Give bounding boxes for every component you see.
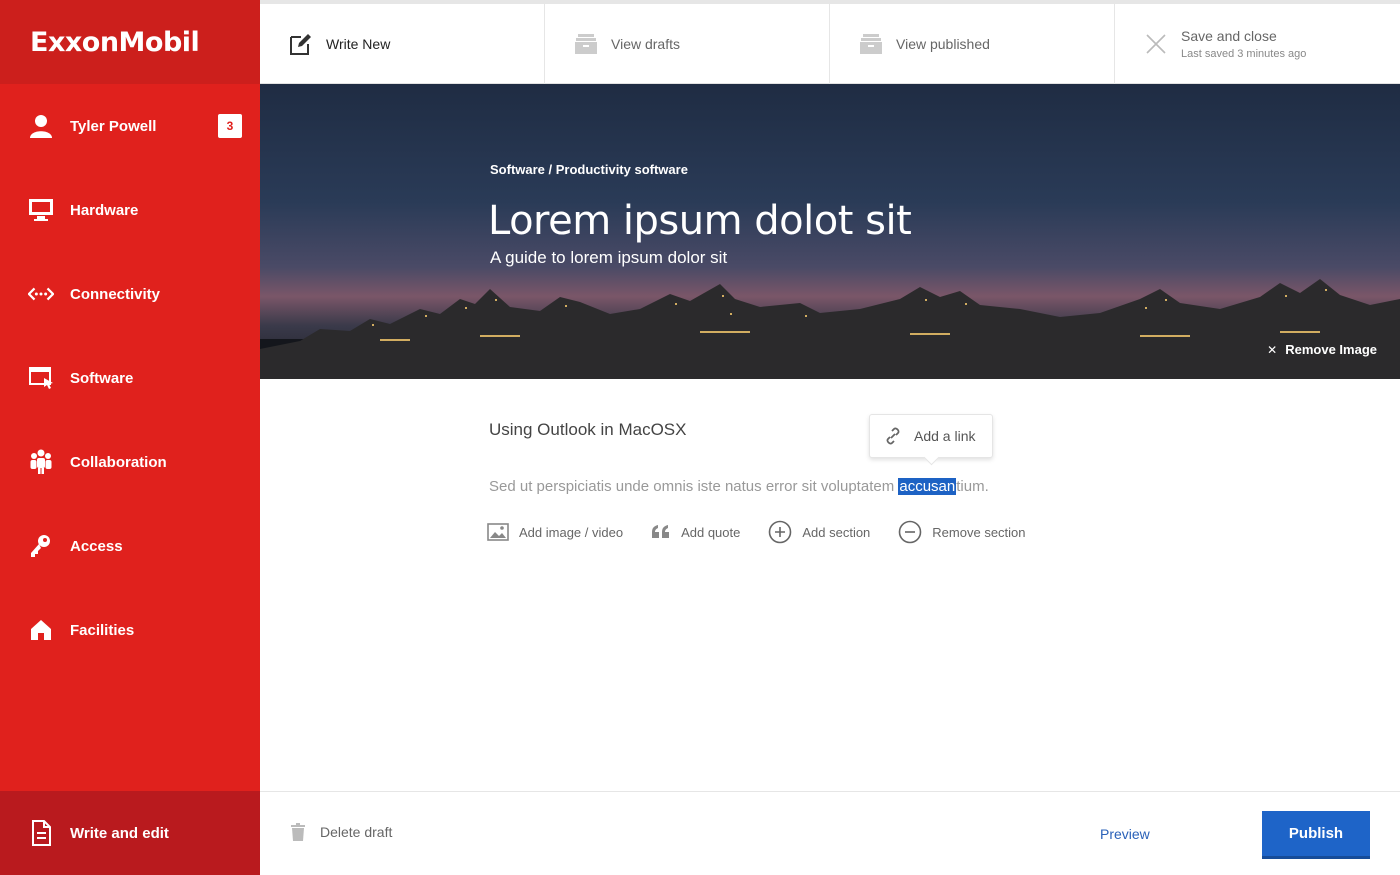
minus-circle-icon <box>898 520 922 544</box>
close-icon: ✕ <box>1267 342 1278 357</box>
sidebar-item-write-edit[interactable]: Write and edit <box>0 791 260 875</box>
top-toolbar: Write New View drafts View published Sav… <box>260 0 1400 84</box>
tab-view-published[interactable]: View published <box>830 4 1115 84</box>
sidebar-item-label: Write and edit <box>70 824 169 842</box>
key-icon <box>28 533 54 559</box>
add-link-popover[interactable]: Add a link <box>869 414 993 458</box>
hero-banner: Software / Productivity software Lorem i… <box>260 84 1400 379</box>
monitor-icon <box>28 197 54 223</box>
close-icon <box>1143 31 1169 57</box>
action-label: Add quote <box>681 524 741 540</box>
editor-footer: Delete draft Preview Publish <box>260 791 1400 875</box>
tab-write-new[interactable]: Write New <box>260 4 545 84</box>
sidebar-item-connectivity[interactable]: Connectivity <box>0 252 260 336</box>
tab-label: View published <box>896 36 990 52</box>
refinery-skyline-image <box>260 279 1400 379</box>
logo-area[interactable]: ExxonMobil <box>0 0 260 84</box>
content-actions: Add image / video Add quote Add section … <box>487 520 1054 544</box>
tab-view-drafts[interactable]: View drafts <box>545 4 830 84</box>
remove-image-button[interactable]: ✕ Remove Image <box>1267 342 1377 357</box>
breadcrumb[interactable]: Software / Productivity software <box>490 162 688 177</box>
notification-badge: 3 <box>218 114 242 138</box>
people-icon <box>28 449 54 475</box>
action-label: Add image / video <box>519 524 624 540</box>
sidebar-item-hardware[interactable]: Hardware <box>0 168 260 252</box>
sidebar-item-label: Access <box>70 537 123 555</box>
action-label: Remove section <box>932 524 1026 540</box>
drafts-tray-icon <box>573 31 599 57</box>
body-text-part: tium. <box>956 478 989 495</box>
add-quote-button[interactable]: Add quote <box>651 524 740 540</box>
add-section-button[interactable]: Add section <box>768 520 870 544</box>
connectivity-icon <box>28 281 54 307</box>
document-icon <box>28 820 54 846</box>
page-title[interactable]: Lorem ipsum dolot sit <box>488 198 912 244</box>
sidebar-item-facilities[interactable]: Facilities <box>0 588 260 672</box>
sidebar-item-collaboration[interactable]: Collaboration <box>0 420 260 504</box>
tab-label: Write New <box>326 36 391 52</box>
add-image-video-button[interactable]: Add image / video <box>487 523 623 541</box>
tab-label: Save and close <box>1181 28 1277 44</box>
sidebar-item-access[interactable]: Access <box>0 504 260 588</box>
software-window-icon <box>28 365 54 391</box>
section-body-text[interactable]: Sed ut perspiciatis unde omnis iste natu… <box>489 478 989 495</box>
sidebar-item-label: Tyler Powell <box>70 117 157 135</box>
sidebar-item-label: Hardware <box>70 201 139 219</box>
tab-save-close[interactable]: Save and close Last saved 3 minutes ago <box>1115 4 1400 84</box>
sidebar: ExxonMobil Tyler Powell 3 Hardware Conne… <box>0 0 260 875</box>
delete-draft-label: Delete draft <box>320 824 393 840</box>
tab-label: View drafts <box>611 36 680 52</box>
section-title[interactable]: Using Outlook in MacOSX <box>489 420 1109 440</box>
page-subtitle[interactable]: A guide to lorem ipsum dolor sit <box>490 248 727 268</box>
delete-draft-button[interactable]: Delete draft <box>290 822 392 842</box>
trash-icon <box>290 822 306 842</box>
user-icon <box>28 113 54 139</box>
published-tray-icon <box>858 31 884 57</box>
add-link-label: Add a link <box>914 428 976 444</box>
sidebar-item-label: Collaboration <box>70 453 167 471</box>
sidebar-item-label: Facilities <box>70 621 135 639</box>
remove-section-button[interactable]: Remove section <box>898 520 1026 544</box>
image-icon <box>487 523 509 541</box>
body-text-part: Sed ut perspiciatis unde omnis iste natu… <box>489 478 899 495</box>
quote-icon <box>651 524 671 540</box>
home-icon <box>28 617 54 643</box>
brand-logo: ExxonMobil <box>30 26 200 58</box>
sidebar-item-label: Connectivity <box>70 285 161 303</box>
action-label: Add section <box>802 524 871 540</box>
selected-text: accusan <box>898 478 957 495</box>
sidebar-nav: Tyler Powell 3 Hardware Connectivity Sof… <box>0 84 260 672</box>
last-saved-status: Last saved 3 minutes ago <box>1181 48 1307 60</box>
sidebar-item-label: Software <box>70 369 134 387</box>
plus-circle-icon <box>768 520 792 544</box>
save-close-text: Save and close Last saved 3 minutes ago <box>1181 28 1306 60</box>
editor-content: Using Outlook in MacOSX Add a link Sed u… <box>487 414 1109 544</box>
sidebar-item-software[interactable]: Software <box>0 336 260 420</box>
publish-button[interactable]: Publish <box>1262 811 1370 859</box>
edit-icon <box>288 31 314 57</box>
preview-link[interactable]: Preview <box>1100 826 1150 842</box>
link-icon <box>884 427 902 445</box>
remove-image-label: Remove Image <box>1285 342 1377 357</box>
sidebar-item-user[interactable]: Tyler Powell 3 <box>0 84 260 168</box>
